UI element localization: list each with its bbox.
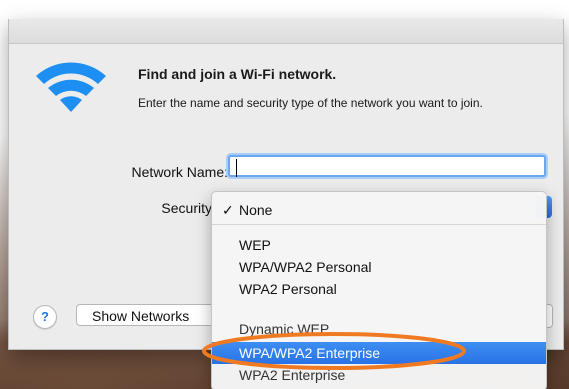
checkmark-icon: ✓ xyxy=(222,202,234,218)
wifi-icon xyxy=(36,62,106,112)
sheet-top-bar xyxy=(9,19,563,44)
dialog-title: Find and join a Wi-Fi network. xyxy=(138,66,337,82)
security-label: Security xyxy=(161,200,212,216)
network-name-input[interactable] xyxy=(228,155,546,177)
menu-item-label: None xyxy=(239,202,273,218)
menu-item-wpa-wpa2-enterprise[interactable]: WPA/WPA2 Enterprise xyxy=(212,342,546,364)
security-dropdown-menu: ✓ None WEP WPA/WPA2 Personal WPA2 Person… xyxy=(211,191,547,389)
menu-item-dynamic-wep[interactable]: Dynamic WEP xyxy=(212,318,546,340)
dialog-description: Enter the name and security type of the … xyxy=(138,96,483,110)
menu-item-wpa-wpa2-personal[interactable]: WPA/WPA2 Personal xyxy=(212,256,546,278)
menu-item-label: WEP xyxy=(239,237,271,253)
menu-divider xyxy=(212,224,546,225)
menu-item-wep[interactable]: WEP xyxy=(212,234,546,256)
show-networks-button[interactable]: Show Networks xyxy=(76,304,226,326)
menu-item-label: WPA/WPA2 Enterprise xyxy=(239,345,381,361)
help-button[interactable]: ? xyxy=(33,305,57,329)
menu-item-label: WPA2 Enterprise xyxy=(239,367,346,383)
menu-item-none[interactable]: ✓ None xyxy=(212,199,546,221)
network-name-label: Network Name: xyxy=(131,164,228,180)
menu-item-label: WPA2 Personal xyxy=(239,281,337,297)
text-caret xyxy=(236,159,237,177)
menu-item-wpa2-personal[interactable]: WPA2 Personal xyxy=(212,278,546,300)
menu-item-wpa2-enterprise[interactable]: WPA2 Enterprise xyxy=(212,364,546,386)
menu-item-label: WPA/WPA2 Personal xyxy=(239,259,372,275)
menu-item-label: Dynamic WEP xyxy=(239,321,330,337)
